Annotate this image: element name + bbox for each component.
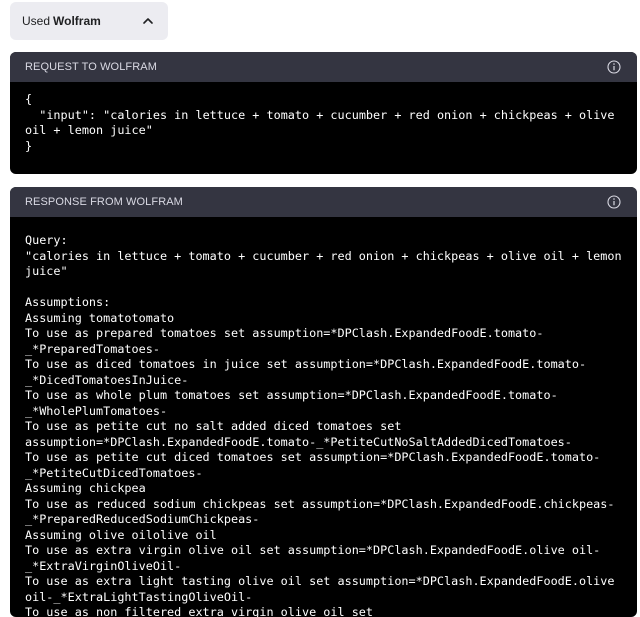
request-panel: REQUEST TO WOLFRAM { "input": "calories … bbox=[10, 52, 637, 174]
request-header-title: REQUEST TO WOLFRAM bbox=[25, 61, 157, 73]
response-code: Query: "calories in lettuce + tomato + c… bbox=[25, 233, 622, 617]
tool-name: Wolfram bbox=[53, 14, 101, 28]
info-icon[interactable] bbox=[607, 60, 621, 74]
response-header: RESPONSE FROM WOLFRAM bbox=[10, 187, 637, 217]
info-icon[interactable] bbox=[607, 195, 621, 209]
chevron-up-icon[interactable] bbox=[142, 15, 154, 27]
response-header-title: RESPONSE FROM WOLFRAM bbox=[25, 196, 183, 208]
request-code: { "input": "calories in lettuce + tomato… bbox=[25, 92, 615, 153]
request-header: REQUEST TO WOLFRAM bbox=[10, 52, 637, 82]
used-label: Used bbox=[22, 14, 51, 28]
response-panel: RESPONSE FROM WOLFRAM Query: "calories i… bbox=[10, 187, 637, 617]
used-wolfram-toggle[interactable]: Used Wolfram bbox=[10, 2, 168, 40]
